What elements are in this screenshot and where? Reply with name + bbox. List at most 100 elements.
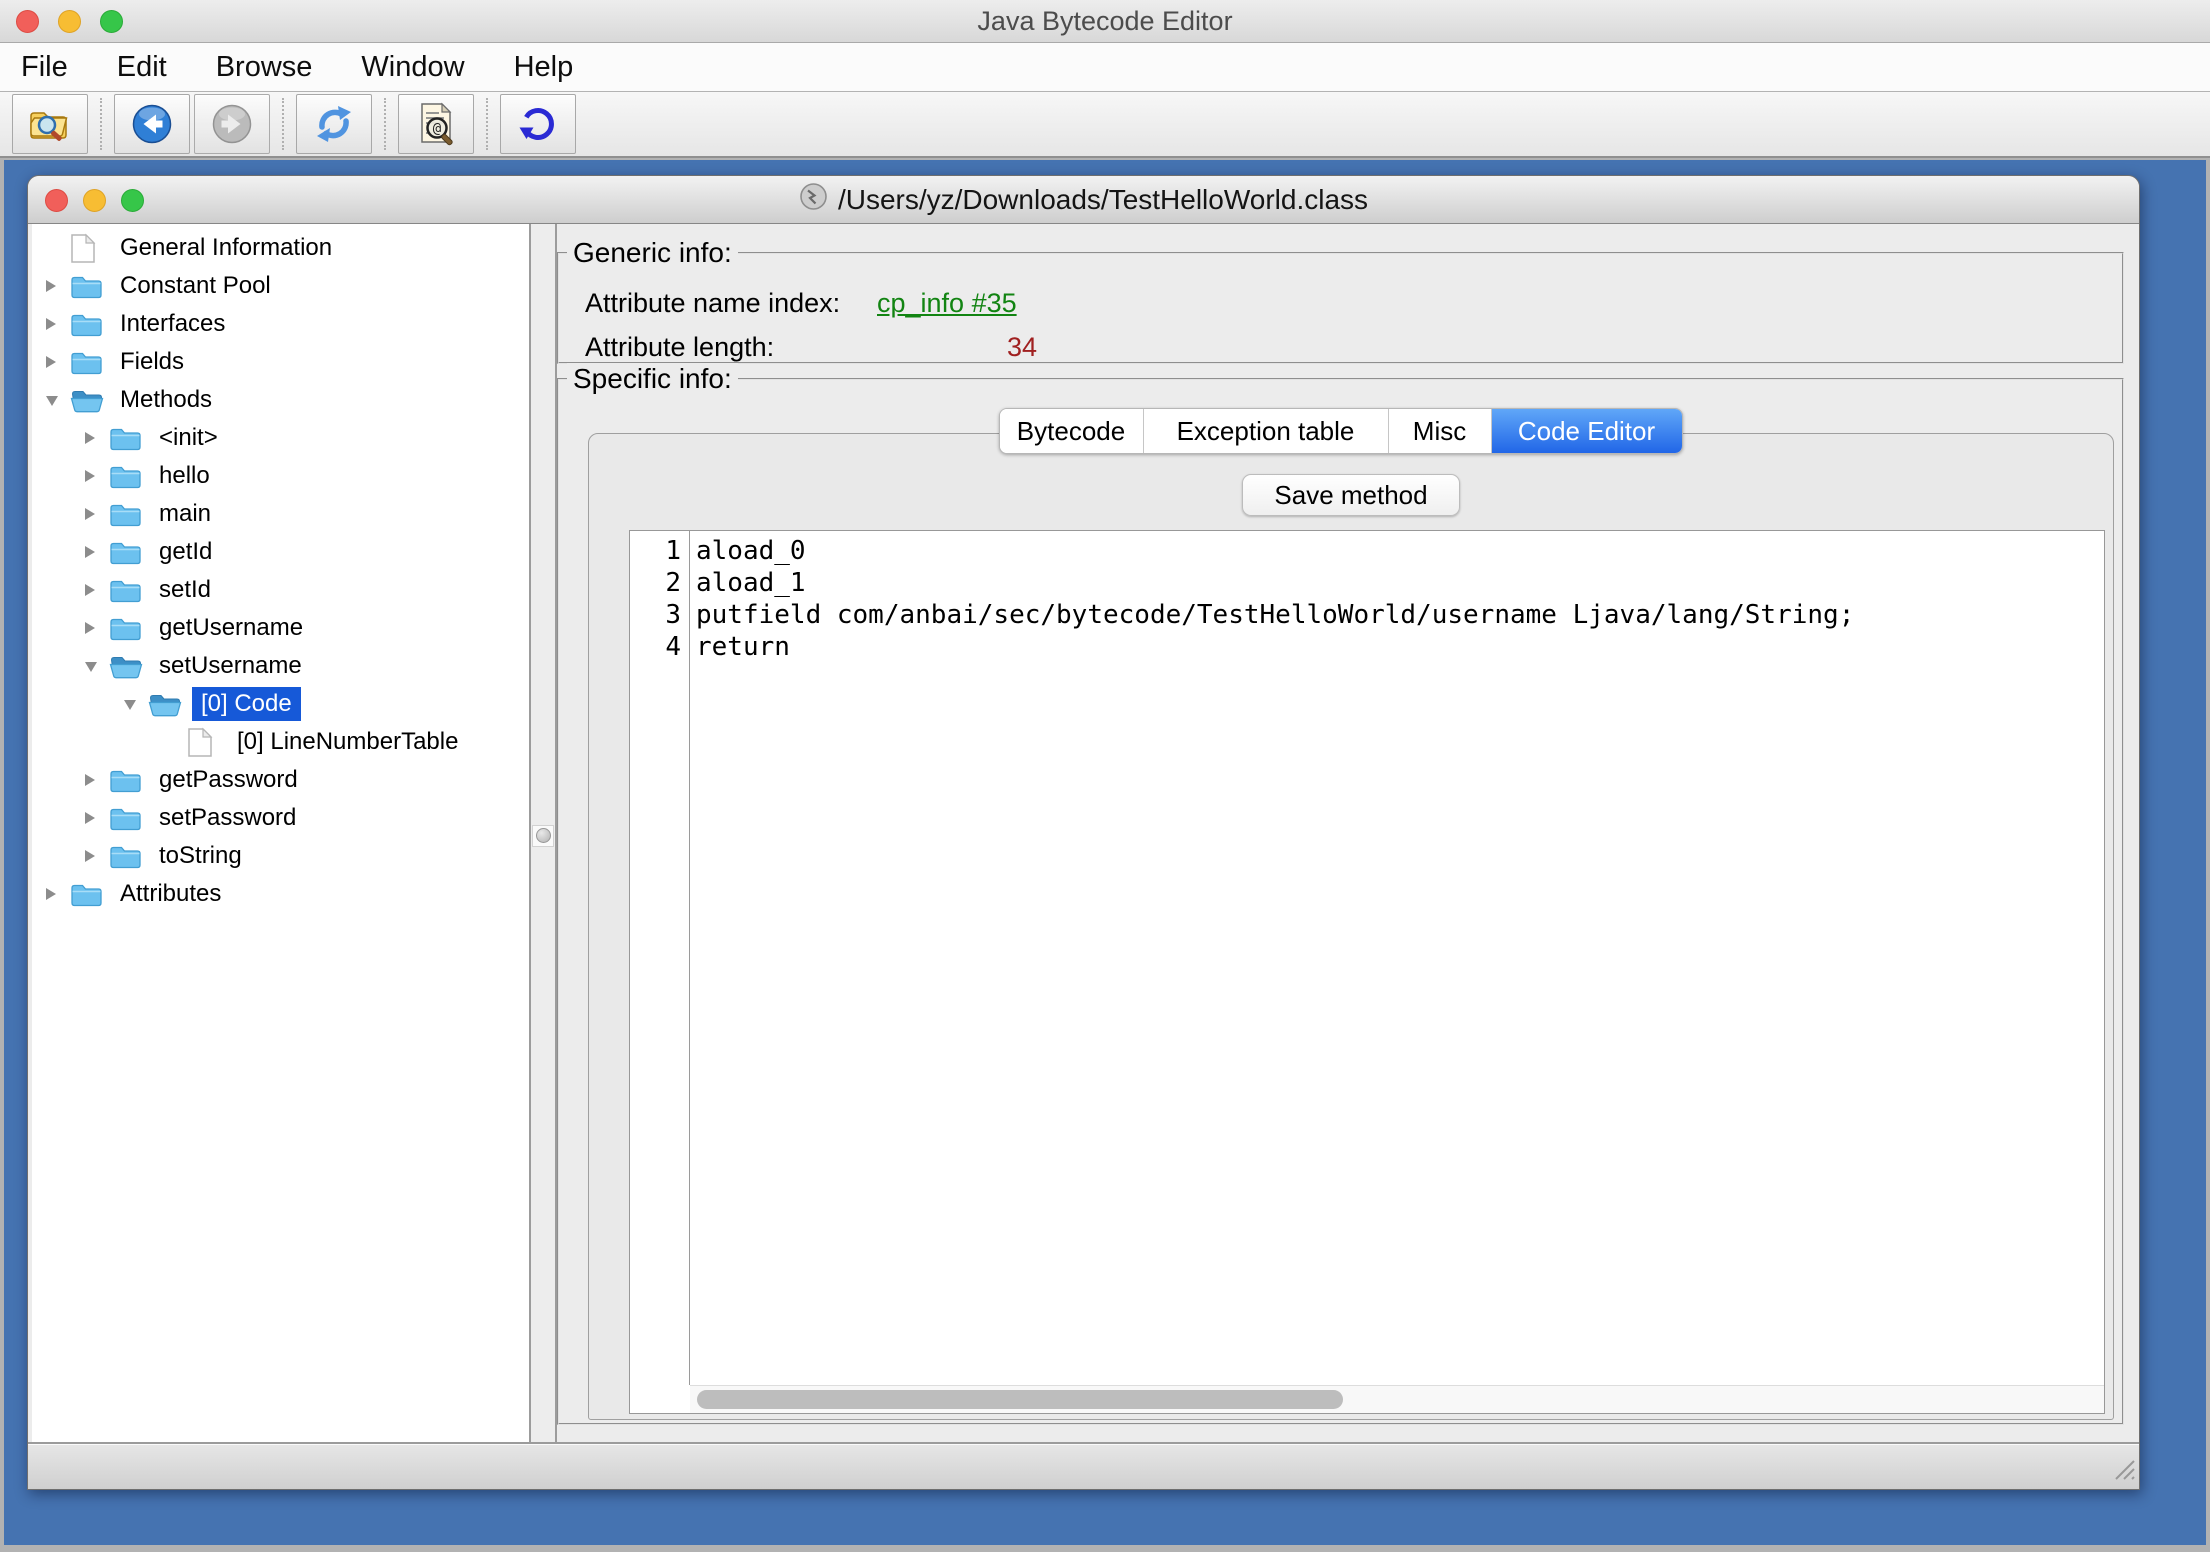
refresh-icon: [312, 102, 356, 146]
expander-down-icon[interactable]: [83, 660, 109, 673]
expander-down-icon[interactable]: [122, 698, 148, 711]
split-handle[interactable]: [532, 825, 554, 847]
folder-icon: [109, 501, 143, 528]
tree-item-setpassword[interactable]: setPassword: [32, 799, 529, 837]
reload-icon: [516, 102, 560, 146]
generic-info-row-label: Attribute length:: [585, 332, 877, 363]
line-number-gutter: 1234: [630, 531, 690, 1385]
menu-help[interactable]: Help: [514, 51, 574, 84]
tree-item-constant-pool[interactable]: Constant Pool: [32, 267, 529, 305]
document-zoom-button[interactable]: [121, 189, 144, 212]
tab-bar: BytecodeException tableMiscCode Editor: [999, 408, 1683, 454]
expander-right-icon[interactable]: [83, 468, 109, 484]
tree-item-tostring[interactable]: toString: [32, 837, 529, 875]
tree-item-label: main: [153, 497, 217, 531]
tree-item-label: setUsername: [153, 649, 308, 683]
tree-item-label: toString: [153, 839, 248, 873]
tree-item-label: General Information: [114, 231, 338, 265]
expander-right-icon[interactable]: [83, 620, 109, 636]
horizontal-scrollbar-thumb[interactable]: [697, 1390, 1343, 1409]
expander-right-icon[interactable]: [83, 544, 109, 560]
class-file-icon: [799, 182, 828, 218]
code-line: aload_0: [696, 535, 2104, 567]
generic-info-row: Attribute length:34: [559, 325, 2122, 369]
expander-right-icon[interactable]: [83, 810, 109, 826]
tree-item-setusername[interactable]: setUsername: [32, 647, 529, 685]
tab-misc[interactable]: Misc: [1389, 409, 1492, 453]
tree-item-init[interactable]: <init>: [32, 419, 529, 457]
open-class-file-button[interactable]: [12, 94, 88, 154]
toolbar-separator: [486, 98, 488, 150]
code-editor-textarea[interactable]: aload_0aload_1putfield com/anbai/sec/byt…: [691, 531, 2104, 1385]
folder-icon: [109, 463, 143, 490]
expander-right-icon[interactable]: [83, 582, 109, 598]
split-divider[interactable]: [531, 224, 557, 1442]
detail-panel: Generic info: Attribute name index:cp_in…: [557, 224, 2135, 1442]
doc-icon: [70, 233, 104, 264]
expander-right-icon[interactable]: [44, 886, 70, 902]
tree-item-0-linenumbertable[interactable]: [0] LineNumberTable: [32, 723, 529, 761]
folder-icon: [109, 425, 143, 452]
forward-icon: [211, 103, 253, 145]
folder-icon: [109, 615, 143, 642]
tab-content-panel: Save method 1234 aload_0aload_1putfield …: [588, 433, 2114, 1420]
tree-item-label: [0] LineNumberTable: [231, 725, 464, 759]
specific-info-section: Specific info: BytecodeException tableMi…: [557, 378, 2124, 1425]
code-editor-scrollpane: 1234 aload_0aload_1putfield com/anbai/se…: [629, 530, 2105, 1414]
tree-item-interfaces[interactable]: Interfaces: [32, 305, 529, 343]
expander-right-icon[interactable]: [83, 430, 109, 446]
tab-code-editor[interactable]: Code Editor: [1492, 409, 1682, 453]
expander-right-icon[interactable]: [83, 506, 109, 522]
document-close-button[interactable]: [45, 189, 68, 212]
menu-bar: File Edit Browse Window Help: [0, 43, 2210, 92]
tree-item-getpassword[interactable]: getPassword: [32, 761, 529, 799]
document-minimize-button[interactable]: [83, 189, 106, 212]
expander-right-icon[interactable]: [44, 354, 70, 370]
specific-info-label: Specific info:: [567, 363, 738, 395]
tree-item-general-information[interactable]: General Information: [32, 229, 529, 267]
find-in-file-button[interactable]: @: [398, 94, 474, 154]
tree-item-0-code[interactable]: [0] Code: [32, 685, 529, 723]
tree-item-main[interactable]: main: [32, 495, 529, 533]
line-number: 3: [630, 599, 689, 631]
tree-item-getid[interactable]: getId: [32, 533, 529, 571]
tab-exception-table[interactable]: Exception table: [1144, 409, 1389, 453]
tree-item-label: Constant Pool: [114, 269, 277, 303]
tree-item-attributes[interactable]: Attributes: [32, 875, 529, 913]
folder-icon: [70, 881, 104, 908]
tree-item-setid[interactable]: setId: [32, 571, 529, 609]
tree-item-label: Interfaces: [114, 307, 231, 341]
menu-window[interactable]: Window: [361, 51, 464, 84]
code-line: return: [696, 631, 2104, 663]
expander-right-icon[interactable]: [44, 278, 70, 294]
tree-item-methods[interactable]: Methods: [32, 381, 529, 419]
cp-info-link[interactable]: cp_info #35: [877, 288, 1017, 319]
expander-right-icon[interactable]: [83, 848, 109, 864]
tree-item-fields[interactable]: Fields: [32, 343, 529, 381]
back-icon: [131, 103, 173, 145]
expander-right-icon[interactable]: [44, 316, 70, 332]
resize-grip-icon[interactable]: [2107, 1452, 2137, 1487]
reload-button[interactable]: [500, 94, 576, 154]
save-method-button[interactable]: Save method: [1242, 474, 1460, 516]
menu-browse[interactable]: Browse: [216, 51, 313, 84]
refresh-button[interactable]: [296, 94, 372, 154]
menu-edit[interactable]: Edit: [117, 51, 167, 84]
tree-item-hello[interactable]: hello: [32, 457, 529, 495]
tree-item-label: getPassword: [153, 763, 304, 797]
back-button[interactable]: [114, 94, 190, 154]
tree-item-label: getId: [153, 535, 218, 569]
class-structure-tree: General Information Constant Pool Interfac…: [32, 224, 531, 1442]
expander-down-icon[interactable]: [44, 394, 70, 407]
horizontal-scrollbar[interactable]: [690, 1385, 2104, 1413]
menu-file[interactable]: File: [21, 51, 68, 84]
generic-info-rows: Attribute name index:cp_info #35Attribut…: [559, 254, 2122, 369]
split-knob-icon: [536, 828, 551, 843]
expander-right-icon[interactable]: [83, 772, 109, 788]
toolbar: @: [0, 92, 2210, 158]
line-number: 2: [630, 567, 689, 599]
tree-item-getusername[interactable]: getUsername: [32, 609, 529, 647]
tab-bytecode[interactable]: Bytecode: [1000, 409, 1144, 453]
code-line: aload_1: [696, 567, 2104, 599]
generic-info-section: Generic info: Attribute name index:cp_in…: [557, 252, 2124, 364]
